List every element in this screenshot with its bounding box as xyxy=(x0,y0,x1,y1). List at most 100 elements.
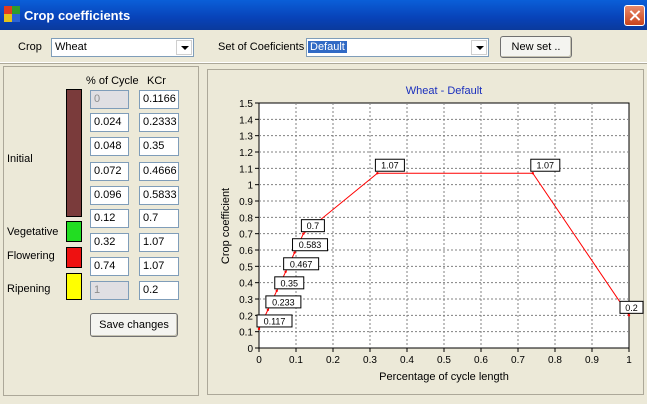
y-tick-label: 0.1 xyxy=(239,328,253,339)
y-tick-label: 0.6 xyxy=(239,246,253,257)
data-point xyxy=(531,172,534,175)
cycle-input-9: 1 xyxy=(90,281,129,300)
point-label: 1.07 xyxy=(374,158,405,172)
point-label-text: 0.35 xyxy=(280,278,298,288)
kcr-input-5[interactable]: 0.5833 xyxy=(139,186,179,205)
y-tick-label: 1.1 xyxy=(239,164,253,175)
point-label: 1.07 xyxy=(530,158,561,172)
y-tick-label: 1.5 xyxy=(239,99,253,110)
kcr-input-1[interactable]: 0.1166 xyxy=(139,90,179,109)
data-point xyxy=(284,270,287,273)
data-point xyxy=(257,327,261,331)
point-label: 0.467 xyxy=(283,257,320,271)
point-label-text: 0.233 xyxy=(272,297,295,307)
point-label: 0.233 xyxy=(265,295,302,309)
data-point xyxy=(627,314,631,317)
coefficient-set-select[interactable]: Default xyxy=(306,38,489,57)
y-tick-label: 1.3 xyxy=(239,132,253,143)
x-tick-label: 1 xyxy=(626,355,632,366)
point-label: 0.583 xyxy=(292,238,329,252)
kcr-input-3[interactable]: 0.35 xyxy=(139,137,179,156)
point-label: 0.2 xyxy=(619,300,644,314)
y-tick-label: 0.2 xyxy=(239,311,253,322)
x-axis-ticks: 0 0.1 0.2 0.3 0.4 0.5 0.6 0.7 0.8 0.9 1 xyxy=(256,348,632,366)
stage-swatch-initial xyxy=(66,89,82,217)
cycle-input-4[interactable]: 0.072 xyxy=(90,162,129,181)
new-set-button[interactable]: New set .. xyxy=(500,36,572,58)
point-label-text: 0.2 xyxy=(625,303,638,313)
x-axis-label: Percentage of cycle length xyxy=(379,371,509,383)
kcr-input-6[interactable]: 0.7 xyxy=(139,209,179,228)
chevron-down-icon[interactable] xyxy=(176,40,192,55)
x-tick-label: 0.4 xyxy=(400,355,414,366)
data-point xyxy=(293,251,296,254)
point-label-text: 0.467 xyxy=(290,259,313,269)
y-tick-label: 0.9 xyxy=(239,197,253,208)
data-point xyxy=(302,232,305,235)
chart-title: Wheat - Default xyxy=(406,85,482,97)
x-tick-label: 0.5 xyxy=(437,355,451,366)
point-label: 0.7 xyxy=(300,219,325,233)
cycle-input-2[interactable]: 0.024 xyxy=(90,113,129,132)
kcr-column-header: KCr xyxy=(147,75,166,87)
stage-label-ripening: Ripening xyxy=(7,283,51,295)
data-point xyxy=(376,172,379,175)
point-label-text: 0.583 xyxy=(299,240,322,250)
cycle-input-5[interactable]: 0.096 xyxy=(90,186,129,205)
y-tick-label: 0.5 xyxy=(239,262,253,273)
x-tick-label: 0.8 xyxy=(548,355,562,366)
cycle-input-7[interactable]: 0.32 xyxy=(90,233,129,252)
x-tick-label: 0.7 xyxy=(511,355,525,366)
stage-label-flowering: Flowering xyxy=(7,250,55,262)
crop-label: Crop xyxy=(18,41,42,53)
coefficient-set-value: Default xyxy=(308,41,347,53)
x-tick-label: 0.6 xyxy=(474,355,488,366)
point-label-text: 1.07 xyxy=(381,161,399,171)
kcr-input-8[interactable]: 1.07 xyxy=(139,257,179,276)
point-label: 0.117 xyxy=(256,314,293,328)
point-label-text: 1.07 xyxy=(537,161,555,171)
point-label: 0.35 xyxy=(274,276,305,290)
toolbar: Crop Wheat Set of Coeficients Default Ne… xyxy=(0,30,647,63)
x-tick-label: 0.9 xyxy=(585,355,599,366)
cycle-input-3[interactable]: 0.048 xyxy=(90,137,129,156)
close-button[interactable] xyxy=(624,5,645,26)
kcr-input-9[interactable]: 0.2 xyxy=(139,281,179,300)
y-tick-label: 0.3 xyxy=(239,295,253,306)
point-label-text: 0.117 xyxy=(264,316,286,326)
cycle-input-8[interactable]: 0.74 xyxy=(90,257,129,276)
title-bar: Crop coefficients xyxy=(0,0,647,30)
cycle-input-6[interactable]: 0.12 xyxy=(90,209,129,228)
crop-select[interactable]: Wheat xyxy=(51,38,194,57)
data-point xyxy=(266,308,270,312)
y-tick-label: 1.4 xyxy=(239,115,253,126)
cycle-column-header: % of Cycle xyxy=(86,75,139,87)
coefficient-set-label: Set of Coeficients xyxy=(218,41,305,53)
stage-swatch-ripening xyxy=(66,273,82,300)
save-changes-button[interactable]: Save changes xyxy=(90,313,178,337)
y-tick-label: 1.2 xyxy=(239,148,253,159)
y-axis-label: Crop coefficient xyxy=(220,188,232,264)
kcr-input-7[interactable]: 1.07 xyxy=(139,233,179,252)
y-tick-label: 0 xyxy=(247,344,253,355)
stage-label-initial: Initial xyxy=(7,153,33,165)
stage-label-vegetative: Vegetative xyxy=(7,226,59,238)
crop-select-value: Wheat xyxy=(55,41,87,53)
kcr-input-4[interactable]: 0.4666 xyxy=(139,162,179,181)
app-icon xyxy=(4,6,20,22)
kcr-input-2[interactable]: 0.2333 xyxy=(139,113,179,132)
y-axis-ticks: 0 0.1 0.2 0.3 0.4 0.5 0.6 0.7 0.8 0.9 1 1.1 1.2 1.3 1.… xyxy=(239,99,259,355)
cycle-input-1: 0 xyxy=(90,90,129,109)
y-tick-label: 0.4 xyxy=(239,279,253,290)
point-label-text: 0.7 xyxy=(307,221,320,231)
window-title: Crop coefficients xyxy=(24,8,131,23)
x-tick-label: 0.1 xyxy=(289,355,303,366)
stage-swatch-vegetative xyxy=(66,221,82,242)
x-tick-label: 0.3 xyxy=(363,355,377,366)
data-point xyxy=(275,289,278,293)
chevron-down-icon[interactable] xyxy=(471,40,487,55)
x-tick-label: 0.2 xyxy=(326,355,340,366)
y-tick-label: 0.8 xyxy=(239,213,253,224)
x-tick-label: 0 xyxy=(256,355,262,366)
stage-swatch-flowering xyxy=(66,247,82,268)
